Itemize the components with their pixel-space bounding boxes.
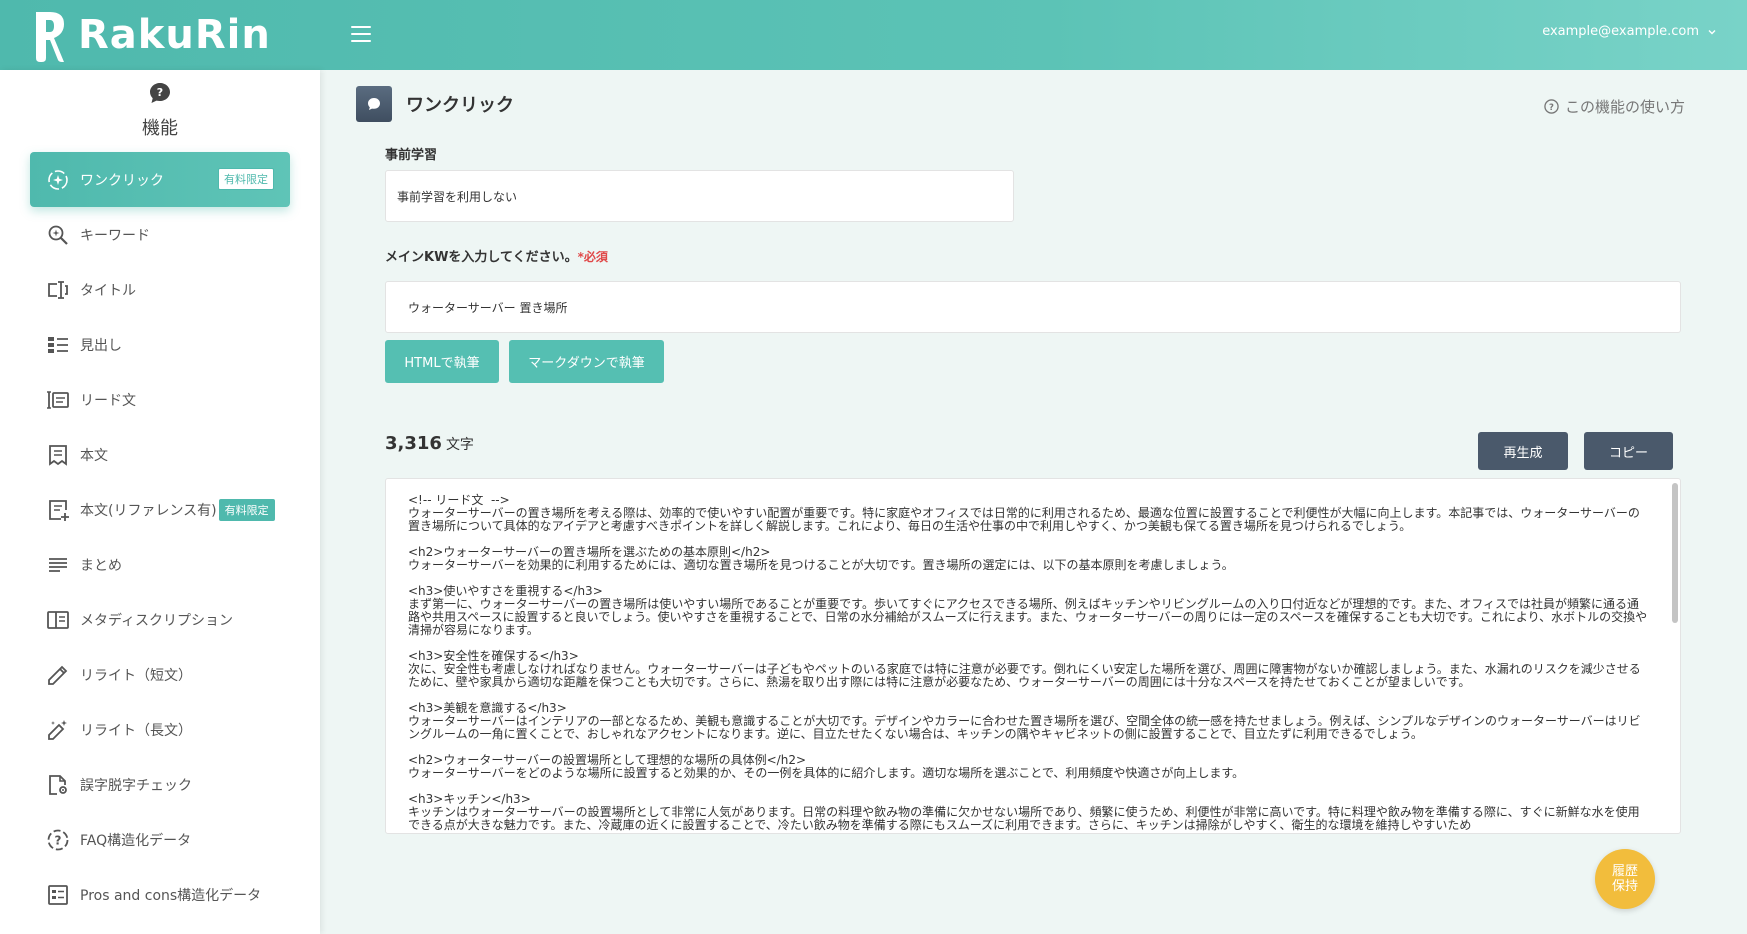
sidebar-item-label: 本文	[80, 447, 108, 464]
page-title-group: ワンクリック	[356, 86, 514, 122]
sidebar-item-one-click[interactable]: ワンクリック 有料限定	[30, 152, 290, 207]
history-keep-label: 履歴保持	[1611, 864, 1638, 894]
sidebar-item-label: タイトル	[80, 282, 136, 299]
page-title: ワンクリック	[406, 95, 514, 116]
write-markdown-button[interactable]: マークダウンで執筆	[509, 340, 664, 383]
chat-bubble-icon	[356, 86, 392, 122]
sidebar-item-label: FAQ構造化データ	[80, 832, 192, 849]
logo-text: RakuRin	[78, 12, 271, 58]
file-search-icon	[46, 773, 70, 797]
question-circle-icon: ?	[46, 828, 70, 852]
kw-label-row: メインKWを入力してください。*必須	[385, 246, 608, 265]
chevron-down-icon	[1708, 29, 1716, 34]
sidebar-item-typo-check[interactable]: 誤字脱字チェック	[0, 757, 320, 812]
sidebar-item-label: 見出し	[80, 337, 122, 354]
pencil-icon	[46, 663, 70, 687]
lead-text-icon	[46, 388, 70, 412]
sidebar-title: 機能	[142, 118, 178, 139]
history-keep-button[interactable]: 履歴保持	[1595, 849, 1655, 909]
howto-label: この機能の使い方	[1564, 98, 1685, 116]
sidebar-item-meta-description[interactable]: メタディスクリプション	[0, 592, 320, 647]
char-count-value: 3,316	[385, 433, 442, 454]
panel-icon	[46, 608, 70, 632]
sidebar-item-label: 誤字脱字チェック	[80, 777, 192, 794]
svg-text:?: ?	[55, 833, 62, 847]
sidebar-item-body[interactable]: 本文	[0, 427, 320, 482]
output-text: <!-- リード文 --> ウォーターサーバーの置き場所を考える際は、効率的で使…	[408, 493, 1648, 832]
checklist-icon	[46, 883, 70, 907]
document-icon	[46, 443, 70, 467]
list-heading-icon	[46, 333, 70, 357]
sidebar-item-label: リライト（短文）	[80, 667, 192, 684]
sidebar-item-label: ワンクリック	[80, 172, 164, 189]
user-menu[interactable]: example@example.com	[1542, 24, 1717, 39]
regenerate-button[interactable]: 再生成	[1478, 432, 1568, 470]
document-plus-icon	[46, 498, 70, 522]
sidebar-item-rewrite-long[interactable]: リライト（長文）	[0, 702, 320, 757]
sidebar-item-label: キーワード	[80, 227, 150, 244]
sidebar-header: ? 機能	[0, 70, 320, 140]
sidebar-item-summary[interactable]: まとめ	[0, 537, 320, 592]
sidebar-item-keyword[interactable]: キーワード	[0, 207, 320, 262]
sidebar-item-lead[interactable]: リード文	[0, 372, 320, 427]
sidebar-item-label: まとめ	[80, 557, 122, 574]
sidebar-item-faq-structured[interactable]: ? FAQ構造化データ	[0, 812, 320, 867]
prelearn-select[interactable]: 事前学習を利用しない	[385, 170, 1014, 222]
howto-link[interactable]: ? この機能の使い方	[1544, 96, 1685, 117]
sidebar-item-body-reference[interactable]: 本文(リファレンス有) 有料限定	[0, 482, 320, 537]
svg-text:?: ?	[157, 86, 163, 99]
pencil-sparkle-icon	[46, 718, 70, 742]
sidebar-item-title[interactable]: タイトル	[0, 262, 320, 317]
required-mark: *必須	[577, 250, 608, 264]
sidebar-item-label: Pros and cons構造化データ	[80, 887, 262, 904]
sidebar-item-heading[interactable]: 見出し	[0, 317, 320, 372]
paid-only-badge: 有料限定	[218, 168, 274, 190]
output-scrollbar[interactable]	[1672, 483, 1678, 623]
char-count-unit: 文字	[445, 437, 474, 453]
top-header: RakuRin example@example.com	[0, 0, 1747, 70]
help-circle-icon: ?	[1544, 99, 1559, 114]
sidebar-item-label: メタディスクリプション	[80, 612, 234, 629]
sidebar-item-label: リード文	[80, 392, 136, 409]
sidebar-item-rewrite-short[interactable]: リライト（短文）	[0, 647, 320, 702]
main-keyword-input[interactable]	[385, 281, 1681, 333]
sidebar-item-label: リライト（長文）	[80, 722, 192, 739]
copy-button[interactable]: コピー	[1584, 432, 1673, 470]
sparkle-circle-icon	[46, 168, 70, 192]
sidebar-menu: ワンクリック 有料限定 キーワード タイトル 見出し リード文 本文 本文(リフ…	[0, 152, 320, 922]
main-content: ワンクリック ? この機能の使い方 事前学習 事前学習を利用しない メインKWを…	[320, 70, 1747, 934]
paid-only-badge: 有料限定	[218, 498, 275, 521]
kw-label: メインKWを入力してください。	[385, 250, 578, 265]
svg-text:?: ?	[1549, 102, 1554, 112]
title-cursor-icon	[46, 278, 70, 302]
sidebar-item-pros-cons[interactable]: Pros and cons構造化データ	[0, 867, 320, 922]
prelearn-label: 事前学習	[385, 148, 438, 163]
write-html-button[interactable]: HTMLで執筆	[385, 340, 499, 383]
output-textarea[interactable]: <!-- リード文 --> ウォーターサーバーの置き場所を考える際は、効率的で使…	[385, 478, 1681, 834]
search-sparkle-icon	[46, 223, 70, 247]
lines-icon	[46, 553, 70, 577]
hamburger-menu-icon[interactable]	[351, 26, 371, 42]
logo[interactable]: RakuRin	[32, 8, 271, 62]
sidebar: ? 機能 ワンクリック 有料限定 キーワード タイトル 見出し リード文 本文 …	[0, 70, 320, 934]
char-count: 3,316 文字	[385, 433, 474, 454]
logo-mark-icon	[36, 12, 64, 62]
chat-question-icon: ?	[150, 83, 170, 103]
user-email: example@example.com	[1542, 24, 1699, 39]
sidebar-item-label: 本文(リファレンス有)	[80, 502, 217, 519]
